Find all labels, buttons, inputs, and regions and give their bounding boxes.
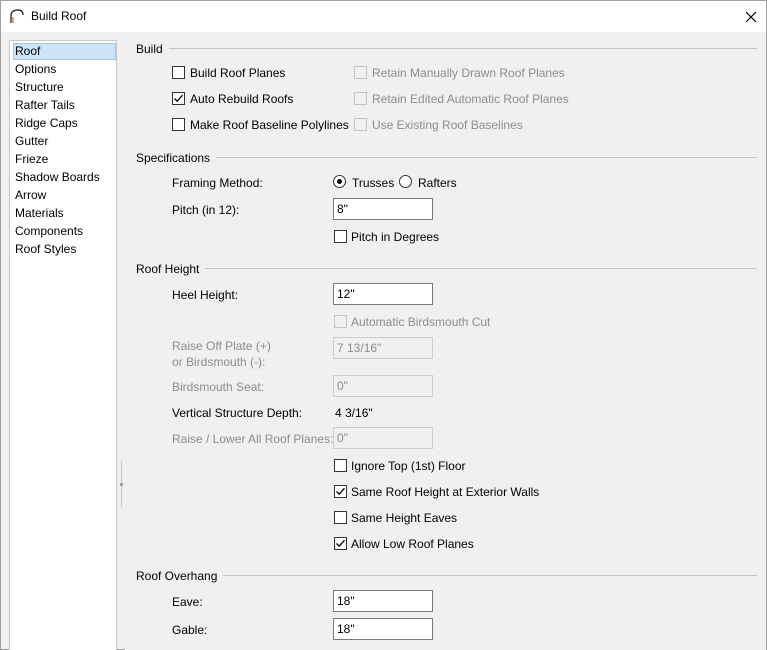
vertical-structure-depth-value: 4 3/16" [335, 406, 373, 420]
specifications-group-divider [215, 157, 757, 158]
raise-lower-planes-label: Raise / Lower All Roof Planes: [172, 432, 334, 446]
heel-height-label: Heel Height: [172, 288, 239, 302]
same-roof-height-checkbox[interactable] [334, 485, 347, 498]
same-roof-height-label: Same Roof Height at Exterior Walls [351, 485, 540, 499]
raise-off-plate-input[interactable] [333, 337, 433, 359]
same-height-eaves-checkbox[interactable] [334, 511, 347, 524]
close-button[interactable] [735, 1, 767, 32]
roof-height-group-divider [205, 268, 757, 269]
checkmark-icon [336, 539, 345, 548]
heel-height-input[interactable] [333, 283, 433, 305]
automatic-birdsmouth-checkbox[interactable] [334, 315, 347, 328]
use-existing-baselines-checkbox[interactable] [354, 118, 367, 131]
auto-rebuild-roofs-checkbox[interactable] [172, 92, 185, 105]
birdsmouth-seat-input[interactable] [333, 375, 433, 397]
roof-height-group-title: Roof Height [136, 262, 206, 276]
title-bar: Build Roof [1, 1, 766, 32]
roof-app-icon [9, 8, 25, 24]
retain-manual-planes-label: Retain Manually Drawn Roof Planes [372, 66, 565, 80]
nav-item-ridge-caps[interactable]: Ridge Caps [13, 115, 116, 132]
checkmark-icon [336, 487, 345, 496]
gable-label: Gable: [172, 623, 208, 637]
pitch-input[interactable] [333, 198, 433, 220]
automatic-birdsmouth-label: Automatic Birdsmouth Cut [351, 315, 491, 329]
window-title: Build Roof [31, 9, 87, 23]
roof-overhang-group-divider [221, 575, 757, 576]
trusses-label: Trusses [352, 176, 395, 190]
retain-edited-planes-checkbox[interactable] [354, 92, 367, 105]
nav-item-rafter-tails[interactable]: Rafter Tails [13, 97, 116, 114]
retain-manual-planes-checkbox[interactable] [354, 66, 367, 79]
raise-off-plate-label: Raise Off Plate (+) [172, 339, 271, 353]
nav-item-components[interactable]: Components [13, 223, 116, 240]
same-height-eaves-label: Same Height Eaves [351, 511, 458, 525]
checkmark-icon [174, 94, 183, 103]
build-group-divider [165, 48, 757, 49]
ignore-top-floor-checkbox[interactable] [334, 459, 347, 472]
eave-input[interactable] [333, 590, 433, 612]
build-roof-planes-checkbox[interactable] [172, 66, 185, 79]
nav-item-structure[interactable]: Structure [13, 79, 116, 96]
nav-item-materials[interactable]: Materials [13, 205, 116, 222]
auto-rebuild-roofs-label: Auto Rebuild Roofs [190, 92, 294, 106]
close-icon [745, 11, 757, 22]
allow-low-roof-planes-checkbox[interactable] [334, 537, 347, 550]
rafters-radio[interactable] [399, 175, 412, 188]
retain-edited-planes-label: Retain Edited Automatic Roof Planes [372, 92, 569, 106]
specifications-group-title: Specifications [136, 151, 217, 165]
build-group-title: Build [136, 42, 169, 56]
eave-label: Eave: [172, 595, 203, 609]
pitch-in-degrees-checkbox[interactable] [334, 230, 347, 243]
trusses-radio[interactable] [333, 175, 346, 188]
raise-lower-planes-input[interactable] [333, 427, 433, 449]
use-existing-baselines-label: Use Existing Roof Baselines [372, 118, 523, 132]
make-baseline-polylines-checkbox[interactable] [172, 118, 185, 131]
vertical-structure-depth-label: Vertical Structure Depth: [172, 406, 303, 420]
roof-settings-panel: Build Build Roof Planes Auto Rebuild Roo… [125, 32, 766, 650]
build-roof-dialog: Build Roof Roof Options Structure Rafter… [0, 0, 767, 650]
allow-low-roof-planes-label: Allow Low Roof Planes [351, 537, 474, 551]
roof-overhang-group-title: Roof Overhang [136, 569, 224, 583]
nav-item-gutter[interactable]: Gutter [13, 133, 116, 150]
ignore-top-floor-label: Ignore Top (1st) Floor [351, 459, 466, 473]
nav-item-roof[interactable]: Roof [13, 43, 116, 60]
make-baseline-polylines-label: Make Roof Baseline Polylines [190, 118, 349, 132]
nav-item-options[interactable]: Options [13, 61, 116, 78]
rafters-label: Rafters [418, 176, 457, 190]
gable-input[interactable] [333, 618, 433, 640]
framing-method-label: Framing Method: [172, 176, 263, 190]
nav-item-arrow[interactable]: Arrow [13, 187, 116, 204]
category-list: Roof Options Structure Rafter Tails Ridg… [9, 40, 117, 650]
nav-item-roof-styles[interactable]: Roof Styles [13, 241, 116, 258]
nav-item-frieze[interactable]: Frieze [13, 151, 116, 168]
build-roof-planes-label: Build Roof Planes [190, 66, 286, 80]
panel-splitter[interactable] [120, 461, 124, 507]
birdsmouth-sign-label: or Birdsmouth (-): [172, 355, 266, 369]
birdsmouth-seat-label: Birdsmouth Seat: [172, 380, 265, 394]
pitch-label: Pitch (in 12): [172, 203, 240, 217]
nav-item-shadow-boards[interactable]: Shadow Boards [13, 169, 116, 186]
pitch-in-degrees-label: Pitch in Degrees [351, 230, 440, 244]
